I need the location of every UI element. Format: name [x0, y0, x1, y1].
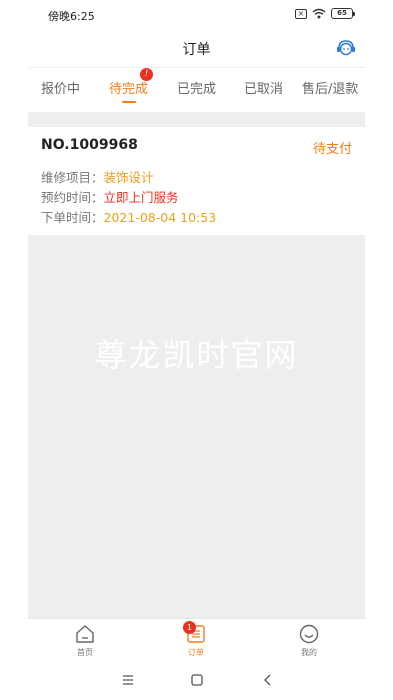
sim-card-icon: ×	[295, 8, 307, 19]
tab-pending-completion[interactable]: 待完成	[109, 78, 148, 97]
orders-badge: 1	[183, 621, 196, 634]
bottom-nav-label: 订单	[188, 648, 204, 657]
page-title: 订单	[182, 42, 211, 58]
tab-quoting[interactable]: 报价中	[41, 78, 80, 97]
order-status-tabs: 报价中 待完成 ! 已完成 已取消 售后/退款	[28, 68, 365, 112]
customer-service-icon[interactable]	[335, 38, 357, 58]
field-label: 下单时间：	[41, 210, 104, 225]
bottom-nav-profile[interactable]: 我的	[279, 623, 339, 658]
bottom-nav-home[interactable]: 首页	[55, 623, 115, 658]
field-value: 立即上门服务	[103, 190, 179, 205]
system-nav-bar	[0, 660, 393, 700]
menu-icon[interactable]	[119, 671, 137, 689]
field-label: 维修项目：	[41, 170, 104, 185]
watermark: 尊龙凯时官网	[94, 336, 299, 374]
bottom-nav-label: 我的	[301, 648, 317, 657]
wifi-icon	[312, 8, 326, 19]
bottom-nav-orders[interactable]: 1 订单	[166, 621, 226, 658]
order-number: NO.1009968	[41, 137, 138, 153]
order-card[interactable]: NO.1009968 待支付 维修项目：装饰设计 预约时间：立即上门服务 下单时…	[28, 127, 365, 235]
home-square-icon[interactable]	[188, 671, 206, 689]
profile-icon	[299, 624, 319, 644]
order-field-order-time: 下单时间：2021-08-04 10:53	[41, 207, 216, 226]
header: 订单	[28, 30, 365, 67]
status-icons: × 65	[295, 8, 355, 19]
tab-cancelled[interactable]: 已取消	[244, 78, 283, 97]
field-label: 预约时间：	[41, 190, 104, 205]
back-icon[interactable]	[259, 671, 277, 689]
tab-badge: !	[140, 68, 153, 81]
app-page: 订单 报价中 待完成 ! 已完成 已取消 售后/退款 NO.1009968 待支…	[28, 30, 365, 658]
order-field-appointment-time: 预约时间：立即上门服务	[41, 187, 179, 206]
tab-completed[interactable]: 已完成	[177, 78, 216, 97]
field-value: 2021-08-04 10:53	[103, 210, 217, 225]
status-bar: 傍晚6:25 × 65	[0, 0, 393, 30]
active-tab-indicator	[122, 101, 136, 103]
battery-icon: 65	[331, 8, 355, 19]
tab-after-sales-refund[interactable]: 售后/退款	[302, 78, 358, 97]
bottom-nav: 首页 1 订单 我的	[28, 618, 365, 658]
order-status-badge: 待支付	[312, 142, 352, 157]
field-value: 装饰设计	[103, 170, 154, 185]
status-time: 傍晚6:25	[48, 10, 95, 23]
order-field-repair-item: 维修项目：装饰设计	[41, 167, 154, 186]
home-icon	[76, 625, 94, 643]
bottom-nav-label: 首页	[77, 648, 93, 657]
